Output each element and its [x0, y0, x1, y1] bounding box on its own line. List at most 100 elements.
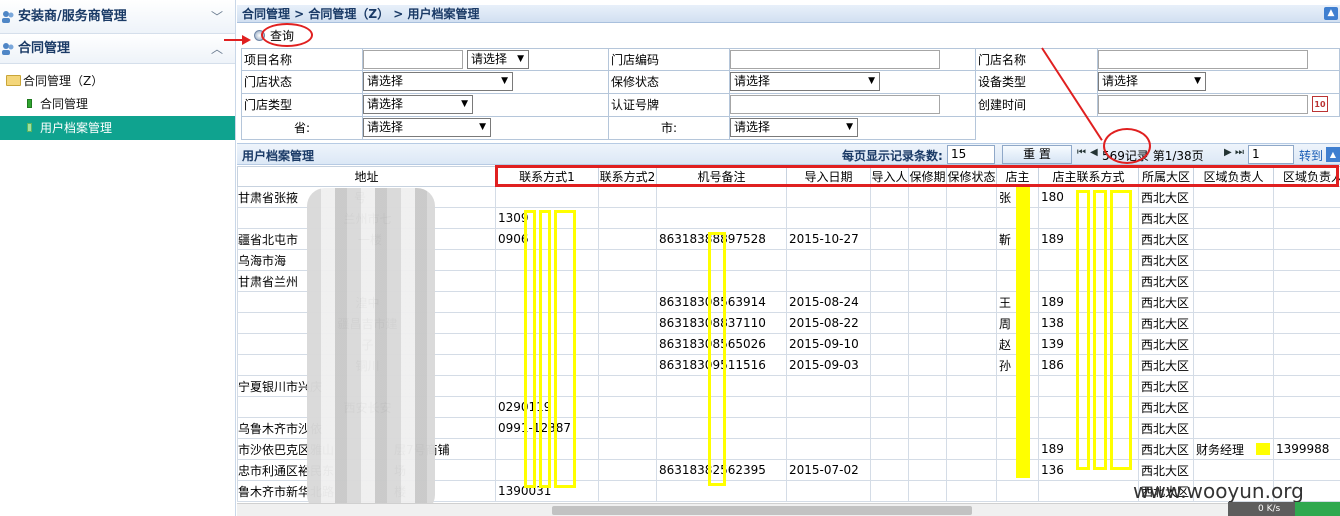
- per-page-input[interactable]: 15: [947, 145, 995, 164]
- project-label: 项目名称: [241, 48, 363, 71]
- reset-button[interactable]: 重 置: [1002, 145, 1072, 164]
- goto-icon[interactable]: ▲: [1326, 147, 1340, 162]
- annotation-circle: [261, 23, 313, 47]
- dropdown-arrow-icon: ▼: [461, 99, 468, 109]
- table-cell: [870, 480, 909, 502]
- address-text: 甘肃省张掖: [238, 190, 299, 205]
- main-panel: 合同管理 > 合同管理（Z） > 用户档案管理 ▲ 查询 项目名称 请选择 ▼ 门…: [237, 0, 1340, 516]
- sidebar-item-contract[interactable]: 合同管理: [0, 92, 235, 116]
- table-cell: [946, 270, 997, 292]
- next-page-icon[interactable]: ▶: [1224, 147, 1232, 158]
- project-name-input[interactable]: [363, 50, 463, 69]
- table-cell: [786, 270, 871, 292]
- first-page-icon[interactable]: ⏮: [1077, 147, 1086, 158]
- redaction-box: [1110, 190, 1132, 470]
- table-cell: 西北大区: [1138, 228, 1194, 250]
- table-cell: 西北大区: [1138, 333, 1194, 355]
- form-row: 项目名称 请选择 ▼ 门店编码 门店名称: [241, 48, 1340, 71]
- page-number-input[interactable]: 1: [1248, 145, 1294, 164]
- table-cell: 2015-09-03: [786, 354, 871, 376]
- table-cell: [1273, 396, 1340, 418]
- table-cell: [1273, 312, 1340, 334]
- select-value: 请选择: [734, 120, 771, 134]
- table-cell: [598, 186, 657, 208]
- store-status-cell: 请选择 ▼: [363, 71, 609, 94]
- table-cell: [946, 207, 997, 229]
- prev-page-icon[interactable]: ◀: [1090, 147, 1098, 158]
- last-page-icon[interactable]: ⏭: [1235, 147, 1244, 158]
- table-cell: 2015-10-27: [786, 228, 871, 250]
- redaction-box: [1093, 190, 1107, 470]
- tree-folder-label: 合同管理（Z）: [23, 74, 104, 88]
- city-label: 市:: [609, 117, 730, 140]
- store-code-input[interactable]: [730, 50, 940, 69]
- goto-link[interactable]: 转到: [1299, 147, 1323, 164]
- sidebar-item-user-archive[interactable]: 用户档案管理: [0, 116, 235, 140]
- store-status-select[interactable]: 请选择 ▼: [363, 72, 513, 91]
- sidebar-group-contract[interactable]: 合同管理 ︿: [0, 34, 235, 64]
- table-cell: [786, 207, 871, 229]
- cert-input[interactable]: [730, 95, 940, 114]
- sidebar-group-installer[interactable]: 安装商/服务商管理 ﹀: [0, 0, 235, 34]
- table-cell: [495, 186, 599, 208]
- table-cell: [598, 396, 657, 418]
- store-name-input[interactable]: [1098, 50, 1308, 69]
- table-cell: [908, 270, 947, 292]
- created-date-input[interactable]: [1098, 95, 1308, 114]
- table-cell: [598, 480, 657, 502]
- table-cell: [598, 312, 657, 334]
- collapse-icon[interactable]: ▲: [1324, 7, 1338, 20]
- city-select[interactable]: 请选择 ▼: [730, 118, 858, 137]
- annotation-rect: [495, 165, 1339, 187]
- table-cell: [946, 480, 997, 502]
- table-cell: [996, 480, 1039, 502]
- chevron-down-icon[interactable]: ﹀: [211, 0, 223, 34]
- city-cell: 请选择 ▼: [730, 117, 976, 140]
- redaction-box: [539, 210, 551, 488]
- table-cell: 西北大区: [1138, 396, 1194, 418]
- horizontal-scrollbar[interactable]: [237, 503, 1340, 516]
- table-cell: [870, 312, 909, 334]
- cert-cell: [730, 94, 976, 117]
- province-select[interactable]: 请选择 ▼: [363, 118, 491, 137]
- table-cell: [870, 291, 909, 313]
- store-type-label: 门店类型: [241, 94, 363, 117]
- table-cell: [1273, 375, 1340, 397]
- warranty-status-select[interactable]: 请选择 ▼: [730, 72, 880, 91]
- table-cell: [1273, 459, 1340, 481]
- sidebar-group-label: 安装商/服务商管理: [18, 9, 127, 24]
- table-cell: 西北大区: [1138, 186, 1194, 208]
- select-value: 请选择: [471, 52, 508, 66]
- warranty-status-cell: 请选择 ▼: [730, 71, 976, 94]
- select-value: 请选择: [1102, 74, 1139, 88]
- dropdown-arrow-icon: ▼: [868, 76, 875, 86]
- table-cell: [946, 186, 997, 208]
- table-cell: [1273, 291, 1340, 313]
- store-status-label: 门店状态: [241, 71, 363, 94]
- tree-folder-contract-z[interactable]: 合同管理（Z）: [0, 70, 235, 92]
- table-cell: [1273, 417, 1340, 439]
- column-header[interactable]: 地址: [237, 166, 496, 187]
- dropdown-arrow-icon: ▼: [479, 122, 486, 132]
- table-cell: [598, 354, 657, 376]
- project-select[interactable]: 请选择 ▼: [467, 50, 529, 69]
- table-cell: [870, 354, 909, 376]
- watermark: www.wooyun.org: [1133, 479, 1304, 503]
- store-code-cell: [730, 48, 976, 71]
- device-type-select[interactable]: 请选择 ▼: [1098, 72, 1206, 91]
- table-cell: [870, 438, 909, 460]
- scrollbar-thumb[interactable]: [552, 506, 972, 515]
- redaction-blur: [307, 188, 435, 513]
- store-type-select[interactable]: 请选择 ▼: [363, 95, 473, 114]
- store-code-label: 门店编码: [609, 48, 730, 71]
- store-name-cell: [1098, 48, 1340, 71]
- query-toolbar: 查询: [237, 23, 1340, 47]
- table-cell: 西北大区: [1138, 249, 1194, 271]
- table-cell: [1193, 375, 1274, 397]
- redaction-box: [524, 210, 536, 488]
- chevron-up-icon[interactable]: ︿: [211, 34, 223, 64]
- table-cell: [1273, 207, 1340, 229]
- table-cell: [598, 270, 657, 292]
- table-cell: 西北大区: [1138, 291, 1194, 313]
- calendar-icon[interactable]: 10: [1312, 96, 1328, 112]
